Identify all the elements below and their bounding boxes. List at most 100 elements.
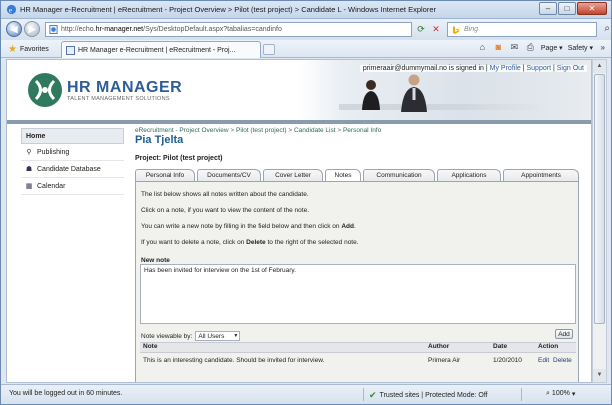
tab-appointments[interactable]: Appointments [503,169,579,181]
people-icon: ☗ [25,165,33,173]
instruction-bold: Add [341,223,354,230]
sidebar-item-label: Home [26,132,46,140]
command-bar: ⌂ ◙ ✉ ⎙ Page ▾ Safety ▾ [477,42,593,53]
favorites-button[interactable]: ★ Favorites [5,42,54,56]
scrollbar-thumb[interactable] [594,74,605,324]
notes-panel: The list below shows all notes written a… [135,181,579,382]
new-note-textarea[interactable]: Has been invited for interview on the 1s… [140,264,576,324]
sidebar: Home ⚲ Publishing ☗ Candidate Database ▦… [21,124,124,382]
url-actions: ⟳ ✕ [415,23,442,35]
delete-link[interactable]: Delete [553,357,572,364]
tab-applications[interactable]: Applications [437,169,501,181]
viewable-by-row: Note viewable by: All Users ▼ [141,331,241,341]
breadcrumb-separator: > [335,127,343,134]
main-content: eRecruitment - Project Overview > Pilot … [131,124,587,382]
zoom-control[interactable]: ⌕ 100% ▾ [546,390,575,398]
sidebar-item-label: Publishing [37,149,70,156]
sidebar-item-candidate-database[interactable]: ☗ Candidate Database [21,162,124,178]
add-note-button[interactable]: Add [555,329,573,339]
tab-cover-letter[interactable]: Cover Letter [263,169,323,181]
viewable-by-value: All Users [198,333,225,340]
search-box[interactable]: Bing ⌕ [447,22,610,37]
table-header-row [140,342,576,353]
scroll-down-icon[interactable]: ▼ [593,369,606,382]
home-icon[interactable]: ⌂ [477,42,488,53]
tab-page-icon [66,45,75,55]
logo-name: HR MANAGER [67,79,183,96]
instruction-bold: Delete [246,239,266,246]
back-button[interactable]: ◀ [6,21,22,37]
column-header-note: Note [143,343,158,350]
chevron-right-icon[interactable]: » [601,43,605,52]
window-title: HR Manager e-Recruitment | eRecruitment … [20,5,436,14]
scroll-up-icon[interactable]: ▲ [593,60,606,73]
breadcrumb-project[interactable]: Pilot (test project) [236,127,287,134]
bing-icon [453,26,459,34]
breadcrumb-personal-info[interactable]: Personal Info [343,127,381,134]
url-domain: hr-manager.net [95,26,144,33]
hr-manager-logo: HR MANAGER TALENT MANAGEMENT SOLUTIONS [27,72,182,108]
security-zone[interactable]: ✔ Trusted sites | Protected Mode: Off [369,390,488,401]
maximize-button[interactable]: □ [558,2,576,15]
star-icon: ★ [8,43,17,55]
forward-button[interactable]: ▶ [24,21,40,37]
sidebar-item-label: Calendar [37,183,66,190]
logo-tagline: TALENT MANAGEMENT SOLUTIONS [67,96,170,102]
search-placeholder: Bing [464,26,479,33]
sign-out-link[interactable]: Sign Out [557,65,584,72]
print-icon[interactable]: ⎙ [525,42,536,53]
viewable-by-select[interactable]: All Users ▼ [195,331,241,341]
tab-title: HR Manager e-Recruitment | eRecruitment … [78,46,236,54]
favorites-bar: ★ Favorites HR Manager e-Recruitment | e… [1,40,611,58]
edit-link[interactable]: Edit [538,357,549,364]
url-field[interactable]: http://echo.hr-manager.net/Sys/DesktopDe… [45,22,412,37]
woman-figure [362,80,380,110]
tab-personal-info[interactable]: Personal Info [135,169,195,181]
favorites-label: Favorites [19,45,49,53]
user-email: primeraair@dummymail.no [362,65,447,72]
refresh-icon[interactable]: ⟳ [415,23,427,35]
instruction-text: You can write a new note by filling in t… [141,223,342,230]
breadcrumb: eRecruitment - Project Overview > Pilot … [135,127,381,134]
my-profile-link[interactable]: My Profile [490,65,521,72]
sidebar-item-calendar[interactable]: ▦ Calendar [21,179,124,195]
instruction-line-3: You can write a new note by filling in t… [141,223,356,230]
new-tab-button[interactable] [263,44,275,55]
sidebar-item-home[interactable]: Home [21,128,124,144]
status-bar: You will be logged out in 60 minutes. ✔ … [1,384,611,404]
tab-communication[interactable]: Communication [363,169,435,181]
vertical-scrollbar[interactable]: ▲ ▼ [592,59,607,383]
signed-in-text: is signed in | [446,65,490,72]
title-bar: e HR Manager e-Recruitment | eRecruitmen… [1,1,611,19]
calendar-icon: ▦ [25,182,33,190]
tab-documents-cv[interactable]: Documents/CV [197,169,261,181]
viewable-by-label: Note viewable by: [141,332,193,340]
instruction-line-1: The list below shows all notes written a… [141,191,309,198]
browser-tab[interactable]: HR Manager e-Recruitment | eRecruitment … [61,41,261,58]
search-icon[interactable]: ⌕ [604,23,610,34]
status-divider [521,388,522,401]
instruction-line-2: Click on a note, if you want to view the… [141,207,310,214]
chevron-down-icon: ▾ [571,391,576,398]
page-menu[interactable]: Page ▾ [541,44,563,52]
instruction-text: If you want to delete a note, click on [141,239,247,246]
mail-icon[interactable]: ✉ [509,42,520,53]
column-header-action: Action [538,343,559,350]
svg-text:e: e [9,5,12,14]
note-cell[interactable]: This is an interesting candidate. Should… [143,357,324,364]
breadcrumb-separator: > [228,127,236,134]
user-bar: primeraair@dummymail.no is signed in | M… [359,65,587,72]
page-header: HR MANAGER TALENT MANAGEMENT SOLUTIONS p… [7,60,591,120]
breadcrumb-project-overview[interactable]: eRecruitment - Project Overview [135,127,229,134]
checkmark-icon: ✔ [369,390,377,400]
minimize-button[interactable]: – [539,2,557,15]
sidebar-item-publishing[interactable]: ⚲ Publishing [21,145,124,161]
stop-icon[interactable]: ✕ [430,23,442,35]
new-note-label: New note [141,257,170,264]
close-window-button[interactable]: ✕ [577,2,607,15]
support-link[interactable]: Support [527,65,552,72]
breadcrumb-candidate-list[interactable]: Candidate List [294,127,336,134]
security-zone-text: Trusted sites | Protected Mode: Off [379,392,488,399]
safety-menu[interactable]: Safety ▾ [568,44,593,52]
feeds-icon[interactable]: ◙ [493,42,504,53]
